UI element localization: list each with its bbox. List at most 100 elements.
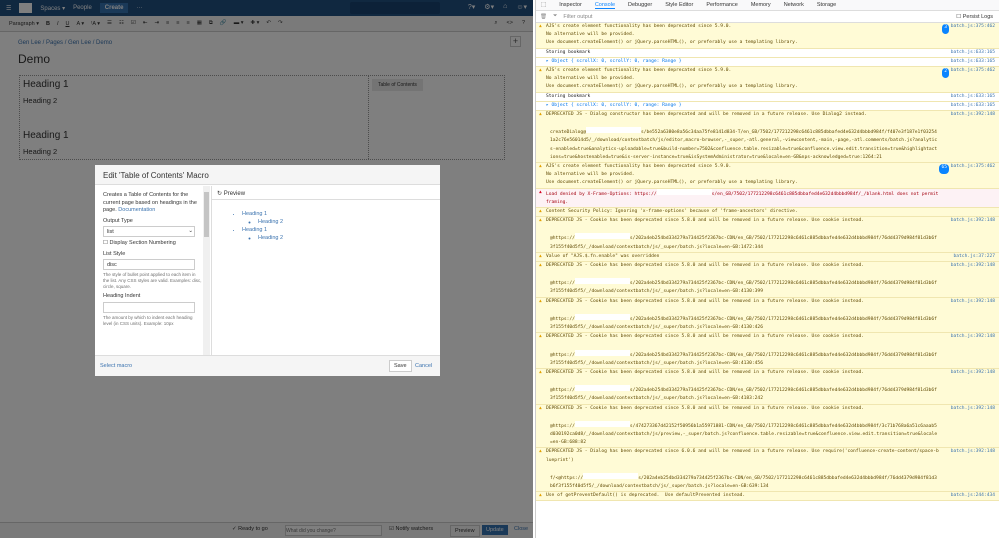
source-link[interactable]: batch.js:375:462 — [951, 23, 995, 31]
source-link[interactable]: batch.js:375:462 — [951, 163, 995, 171]
message-text: DEPRECATED JS - Dialog has been deprecat… — [546, 449, 939, 463]
source-link[interactable]: batch.js:392:148 — [951, 333, 995, 341]
heading-indent-label: Heading Indent — [103, 293, 141, 299]
message-text[interactable]: ▸ Object { scrollX: 0, scrollY: 0, range… — [546, 59, 682, 64]
devtools-tab-debugger[interactable]: Debugger — [628, 2, 652, 8]
devtools-tab-memory[interactable]: Memory — [751, 2, 771, 8]
console-message: ▲ AJS's create element functionality has … — [536, 67, 999, 93]
devtools-tab-inspector[interactable]: Inspector — [559, 2, 582, 8]
message-text[interactable]: ▸ Object { scrollX: 0, scrollY: 0, range… — [546, 103, 682, 108]
warning-icon: ▲ — [539, 68, 542, 74]
message-text: DEPRECATED JS - Cookie has been deprecat… — [546, 334, 865, 340]
toc-link[interactable]: Heading 1 — [242, 211, 267, 217]
stack-prefix: @https:// — [550, 388, 575, 394]
warning-icon: ▲ — [539, 493, 542, 499]
stack-trace[interactable]: @https://s/202a4eb254bd334279a734425f236… — [546, 313, 939, 332]
message-text: Storing bookmark — [546, 93, 591, 99]
source-link[interactable]: batch.js:633:165 — [951, 58, 995, 66]
console-message: ▲ DEPRECATED JS - Cookie has been depreca… — [536, 217, 999, 253]
confluence-editor: ☰ Spaces ▾ People Create ··· ?▾⚙▾⌂☺▾ Par… — [0, 0, 533, 538]
heading-indent-input[interactable] — [103, 301, 195, 313]
stack-prefix: @https:// — [550, 423, 575, 429]
select-macro-link[interactable]: Select macro — [100, 363, 132, 369]
list-style-input[interactable]: disc — [103, 259, 195, 270]
devtools-tab-performance[interactable]: Performance — [706, 2, 738, 8]
trash-icon[interactable]: 🗑 — [540, 14, 547, 20]
stack-trace[interactable]: @https://s/202a4eb254bd334279a734425f236… — [546, 278, 939, 296]
documentation-link[interactable]: Documentation — [118, 207, 155, 213]
message-text: DEPRECATED JS - Cookie has been deprecat… — [546, 298, 865, 304]
message-text: Use of getPreventDefault() is deprecated… — [546, 493, 746, 499]
cancel-button[interactable]: Cancel — [415, 363, 432, 369]
stack-trace[interactable]: @https://s/202a4eb254bd334279a734425f236… — [546, 385, 939, 403]
console-message: ▲ DEPRECATED JS - Dialog constructor has … — [536, 111, 999, 164]
warning-icon: ▲ — [539, 112, 542, 118]
console-output: ▲ AJS's create element functionality has … — [536, 23, 999, 502]
redacted-host — [574, 385, 630, 392]
devtools-tab-style-editor[interactable]: Style Editor — [665, 2, 693, 8]
devtools-tabs: ⬚ Inspector Console Debugger Style Editor Per… — [536, 0, 999, 11]
console-message: ▲ DEPRECATED JS - Cookie has been depreca… — [536, 368, 999, 405]
message-text: DEPRECATED JS - Cookie has been deprecat… — [546, 218, 865, 224]
message-text: Storing bookmark — [546, 49, 591, 55]
persist-logs-checkbox[interactable]: ☐ Persist Logs — [956, 14, 993, 20]
console-message: ▲ AJS's create element functionality has … — [536, 163, 999, 189]
source-link[interactable]: batch.js:392:148 — [951, 405, 995, 413]
source-link[interactable]: batch.js:392:148 — [951, 369, 995, 377]
devtools-tab-network[interactable]: Network — [784, 2, 804, 8]
source-link[interactable]: batch.js:633:165 — [951, 102, 995, 110]
stack-trace[interactable]: @https://s/202a4eb254bd334279a734425f236… — [546, 349, 939, 368]
warning-icon: ▲ — [539, 253, 542, 259]
stack-trace[interactable]: @https://s/474273367d42152f50956b1a55971… — [546, 420, 939, 448]
stack-prefix: @https:// — [550, 236, 575, 242]
devtools-tab-console[interactable]: Console — [594, 2, 616, 9]
source-link[interactable]: batch.js:392:148 — [951, 262, 995, 270]
toc-link[interactable]: Heading 2 — [258, 235, 283, 241]
message-text: AJS's create element functionality has b… — [546, 164, 798, 186]
console-message: ▲ AJS's create element functionality has … — [536, 23, 999, 49]
stack-trace[interactable]: createDialog@ s/be552a6380e8a56c34aa75fe8… — [546, 127, 939, 162]
source-link[interactable]: batch.js:375:462 — [951, 67, 995, 75]
warning-icon: ▲ — [539, 369, 542, 375]
stack-prefix: @https:// — [550, 352, 575, 358]
list-style-label: List Style — [103, 250, 126, 257]
devtools-tab-storage[interactable]: Storage — [817, 2, 836, 8]
refresh-icon[interactable]: ↻ — [217, 191, 222, 197]
source-link[interactable]: batch.js:392:148 — [951, 298, 995, 306]
macro-dialog: Edit 'Table of Contents' Macro Creates a… — [95, 165, 440, 376]
output-type-select[interactable]: list ⌄ — [103, 226, 195, 237]
redacted-host — [574, 420, 630, 427]
section-numbering-checkbox[interactable]: ☐ Display Section Numbering — [103, 240, 202, 248]
source-link[interactable]: batch.js:633:165 — [951, 49, 995, 57]
message-text: DEPRECATED JS - Cookie has been deprecat… — [546, 263, 865, 269]
toc-link[interactable]: Heading 1 — [242, 227, 267, 233]
stack-location: s/474273367d42152f50956b1a55971881-CDN/e… — [550, 423, 938, 446]
parameters-scrollbar[interactable] — [203, 186, 210, 355]
save-button[interactable]: Save — [389, 360, 412, 372]
redacted-host — [585, 127, 641, 134]
source-link[interactable]: batch.js:392:148 — [951, 217, 995, 225]
source-link[interactable]: batch.js:392:148 — [951, 111, 995, 119]
source-link[interactable]: batch.js:633:165 — [951, 93, 995, 101]
console-message: ▸ Object { scrollX: 0, scrollY: 0, range… — [536, 57, 999, 68]
preview-pane: ↻ Preview Heading 1 Heading 2 Heading 1 He… — [211, 186, 440, 355]
pick-element-icon[interactable]: ⬚ — [541, 2, 546, 8]
chevron-down-icon: ⌄ — [188, 228, 193, 234]
source-link[interactable]: batch.js:244:434 — [951, 492, 995, 500]
message-text: DEPRECATED JS - Dialog constructor has b… — [546, 112, 867, 118]
warning-icon: ▲ — [539, 218, 542, 224]
output-type-label: Output Type — [103, 217, 133, 224]
persist-logs-label: Persist Logs — [962, 13, 993, 20]
macro-parameters: Creates a Table of Contents for the curr… — [95, 186, 210, 355]
toc-link[interactable]: Heading 2 — [258, 219, 283, 225]
source-link[interactable]: batch.js:37:227 — [954, 253, 996, 261]
repeat-count-badge: 3 — [942, 24, 949, 34]
filter-input[interactable]: Filter output — [563, 14, 592, 20]
stack-trace[interactable]: @https://s/202a4eb254bd334279a734425f236… — [546, 233, 939, 251]
warning-icon: ▲ — [539, 164, 542, 170]
source-link[interactable]: batch.js:392:148 — [951, 448, 995, 456]
message-text: Content Security Policy: Ignoring 'x-fra… — [546, 209, 798, 215]
warning-icon: ▲ — [539, 405, 542, 411]
output-type-value: list — [107, 229, 114, 235]
stack-trace[interactable]: f/<@https://s/202a4eb254bd334279a734425f… — [546, 472, 939, 491]
